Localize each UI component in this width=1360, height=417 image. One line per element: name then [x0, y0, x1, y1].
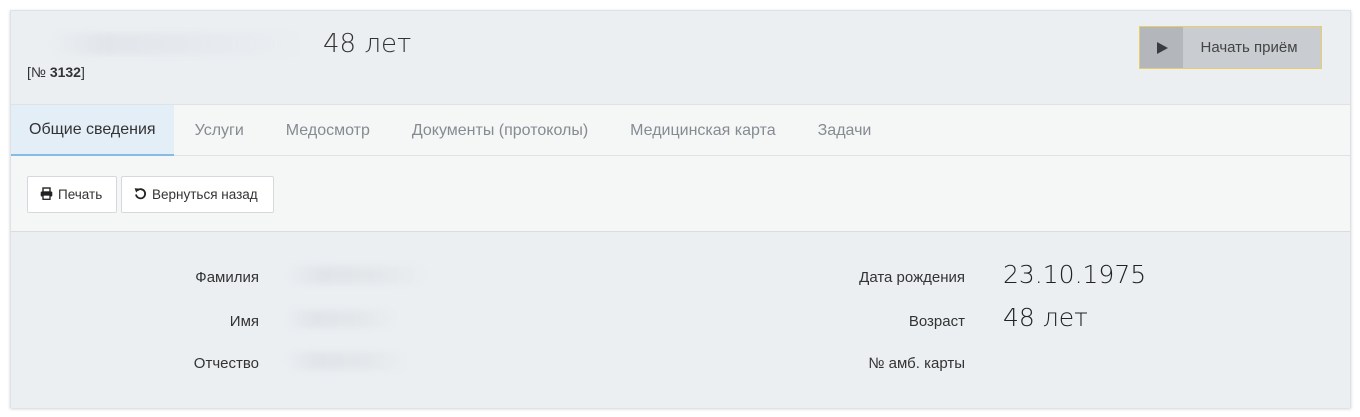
tab-tasks[interactable]: Задачи — [797, 105, 893, 156]
go-back-label: Вернуться назад — [152, 187, 258, 202]
patronymic-label: Отчество — [193, 355, 259, 372]
tab-documents[interactable]: Документы (протоколы) — [391, 105, 609, 156]
tab-medical-exam[interactable]: Медосмотр — [265, 105, 391, 156]
surname-label: Фамилия — [195, 269, 259, 286]
patient-header: 48 лет [№ 3132] Начать приём — [11, 11, 1350, 104]
print-label: Печать — [58, 187, 103, 202]
undo-icon — [134, 187, 152, 203]
start-appointment-button[interactable]: Начать приём — [1139, 26, 1322, 69]
print-button[interactable]: Печать — [27, 176, 117, 213]
start-appointment-label: Начать приём — [1200, 39, 1298, 56]
tab-medical-card[interactable]: Медицинская карта — [609, 105, 796, 156]
record-prefix: [№ — [27, 64, 50, 80]
patient-panel: 48 лет [№ 3132] Начать приём Общие сведе… — [10, 10, 1351, 408]
age-label: Возраст — [908, 313, 965, 330]
tabs-bar: Общие сведения Услуги Медосмотр Документ… — [11, 104, 1350, 156]
name-value-redacted — [286, 310, 396, 328]
surname-value-redacted — [286, 266, 426, 284]
toolbar: Печать Вернуться назад — [11, 156, 1350, 232]
patronymic-value-redacted — [286, 352, 406, 370]
patient-info: Фамилия Имя Отчество Дата рождения 23.10… — [11, 232, 1350, 408]
patient-name-redacted — [51, 33, 301, 55]
tab-services[interactable]: Услуги — [174, 105, 265, 156]
birthdate-value: 23.10.1975 — [1003, 260, 1147, 289]
age-value: 48 лет — [1003, 303, 1088, 332]
patient-age-heading: 48 лет — [323, 29, 412, 59]
tab-general-info[interactable]: Общие сведения — [11, 105, 174, 156]
name-label: Имя — [229, 313, 259, 330]
printer-icon — [40, 186, 58, 203]
go-back-button[interactable]: Вернуться назад — [121, 176, 274, 213]
play-icon — [1140, 27, 1183, 68]
record-suffix: ] — [80, 64, 85, 80]
birthdate-label: Дата рождения — [859, 269, 965, 286]
record-number: [№ 3132] — [27, 64, 85, 80]
card-number-label: № амб. карты — [868, 355, 965, 372]
record-number-value: 3132 — [49, 64, 81, 80]
